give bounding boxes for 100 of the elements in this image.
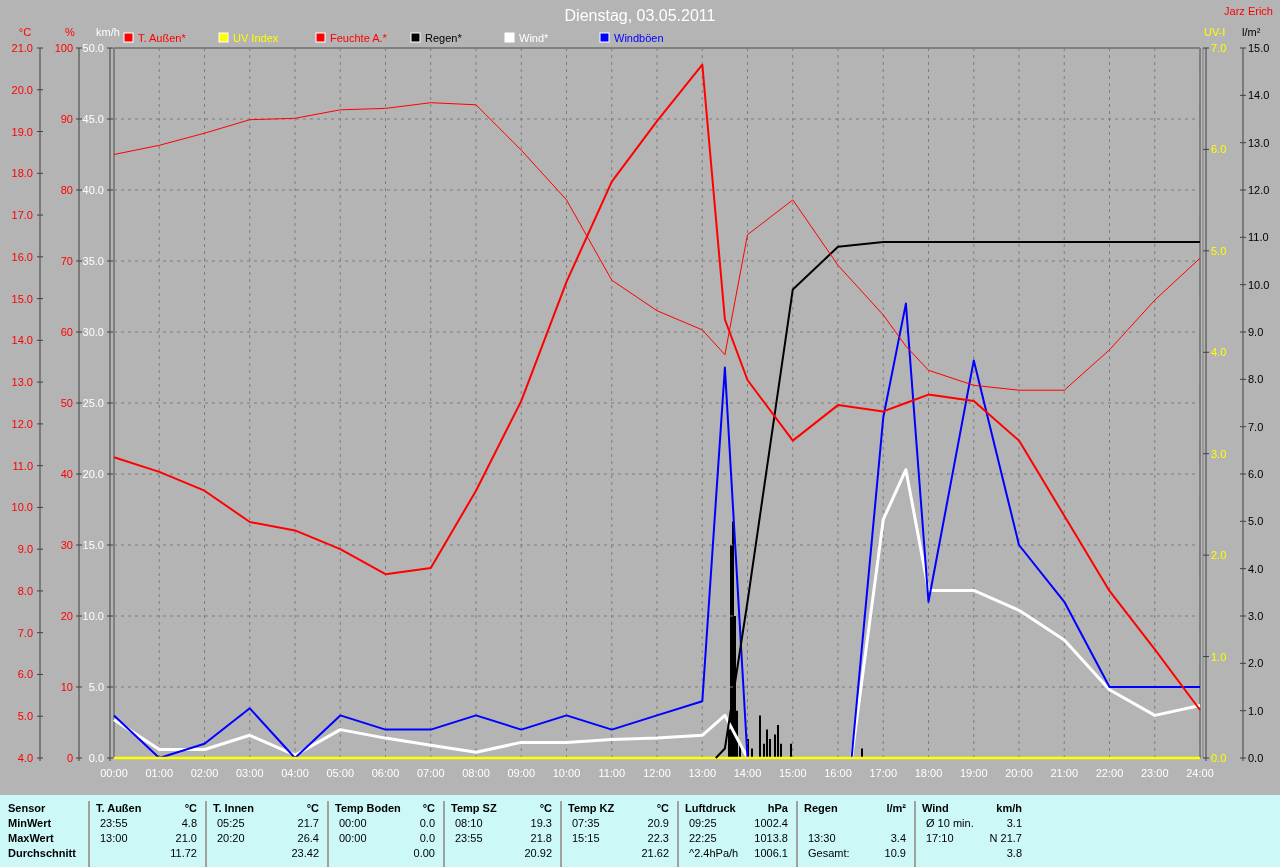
axis-tick-label: 6.0	[17, 668, 33, 681]
unit-header: hPa	[766, 801, 788, 816]
unit-header: °C	[421, 801, 435, 816]
table-cell-text: 17:10	[925, 831, 955, 846]
table-cell-text: 20.92	[523, 846, 552, 861]
axis-tick-label: 10	[60, 681, 73, 693]
row-header: MinWert	[8, 816, 53, 831]
axis-tick-label: 20.0	[11, 83, 33, 96]
axis-tick-label: 50.0	[82, 42, 104, 54]
axis-tick-label: 8.0	[17, 584, 33, 597]
table-cell-text: 21.62	[640, 846, 669, 861]
axis-tick-label: 11.0	[1248, 231, 1269, 244]
table-cell-text: 4.8	[180, 816, 197, 831]
table-cell-text: 3.1	[1005, 816, 1022, 831]
table-cell-text: 00:00	[338, 816, 368, 831]
axis-tick-label: 04:00	[281, 767, 309, 779]
axis-tick-label: 2.0	[1211, 549, 1227, 562]
column-header: T. Außen	[96, 801, 143, 816]
table-cell-text: 23:55	[454, 831, 484, 846]
axis-tick-label: 13.0	[1248, 136, 1270, 149]
axis-tick-label: 45.0	[82, 113, 104, 125]
axis-tick-label: 2.0	[1248, 657, 1264, 670]
table-cell-text: 11.72	[169, 846, 197, 861]
table-cell-text: 20:20	[216, 831, 246, 846]
axis-tick-label: 0.0	[1211, 752, 1227, 764]
table-cell-text: 20.9	[646, 816, 669, 831]
axis-tick-label: 21:00	[1050, 767, 1078, 779]
axis-tick-label: 14:00	[733, 767, 762, 779]
table-cell-text: 26.4	[296, 831, 319, 846]
legend-label: Wind*	[519, 32, 549, 44]
axis-tick-label: 23:00	[1141, 767, 1169, 779]
axis-tick-label: 7.0	[17, 626, 33, 639]
table-cell-text: Ø 10 min.	[925, 816, 975, 831]
axis-tick-label: 5.0	[1211, 244, 1227, 257]
legend-label: Windböen	[614, 32, 664, 44]
axis-tick-label: 100	[54, 42, 73, 54]
axis-tick-label: 08:00	[462, 767, 490, 779]
axis-tick-label: 12.0	[11, 417, 33, 430]
column-header: Temp SZ	[451, 801, 498, 816]
axis-tick-label: 17.0	[11, 209, 33, 222]
legend-label: T. Außen*	[138, 32, 186, 44]
axis-tick-label: 10:00	[552, 767, 581, 779]
axis-tick-label: 20	[60, 610, 73, 622]
table-cell-text: 19.3	[529, 816, 552, 831]
axis-tick-label: 60	[60, 326, 73, 338]
axis-tick-label: 13.0	[11, 376, 33, 389]
axis-tick-label: 4.0	[1211, 346, 1227, 359]
unit-header: km/h	[995, 801, 1022, 816]
column-header: Wind	[922, 801, 950, 816]
chart-title: Dienstag, 03.05.2011	[564, 7, 716, 24]
axis-tick-label: 5.0	[1248, 515, 1264, 528]
axis-tick-label: 4.0	[1248, 562, 1264, 575]
axis-tick-label: 6.0	[1211, 143, 1227, 156]
legend-label: Regen*	[425, 32, 462, 44]
axis-tick-label: 12:00	[643, 767, 671, 779]
axis-tick-label: 21.0	[11, 42, 33, 54]
axis-tick-label: 01:00	[145, 767, 173, 779]
axis-tick-label: 20:00	[1005, 767, 1033, 779]
author-label: Jarz Erich	[1224, 5, 1273, 17]
axis-tick-label: 13:00	[688, 767, 716, 779]
table-cell-text: 07:35	[571, 816, 601, 831]
axis-tick-label: 17:00	[869, 767, 897, 779]
axis-tick-label: 50	[60, 397, 73, 409]
axis-tick-label: 02:00	[190, 767, 219, 779]
table-cell-text: 22.3	[646, 831, 669, 846]
table-cell-text: N 21.7	[988, 831, 1022, 846]
axis-tick-label: 18.0	[11, 167, 33, 180]
axis-tick-label: 3.0	[1211, 447, 1227, 460]
table-cell-text: 1006.1	[753, 846, 788, 861]
axis-tick-label: 11.0	[12, 459, 33, 472]
table-cell-text: 0.0	[418, 816, 435, 831]
axis-tick-label: 22:00	[1095, 767, 1124, 779]
axis-tick-label: 5.0	[17, 710, 33, 723]
axis-tick-label: 35.0	[82, 255, 104, 267]
column-header: T. Innen	[213, 801, 255, 816]
axis-title: UV-I	[1204, 26, 1226, 38]
unit-header: °C	[305, 801, 319, 816]
row-header: Durchschnitt	[8, 846, 77, 861]
axis-tick-label: 09:00	[507, 767, 535, 779]
axis-tick-label: 9.0	[17, 543, 33, 556]
column-header: Temp Boden	[335, 801, 402, 816]
axis-tick-label: 19.0	[11, 125, 33, 138]
axis-title: %	[65, 26, 75, 38]
axis-tick-label: 10.0	[82, 610, 104, 622]
axis-tick-label: 03:00	[236, 767, 264, 779]
axis-tick-label: 05:00	[326, 767, 354, 779]
axis-tick-label: 06:00	[371, 767, 400, 779]
table-cell-text: 23.42	[290, 846, 319, 861]
axis-tick-label: 07:00	[417, 767, 445, 779]
table-cell-text: 15:15	[571, 831, 601, 846]
axis-tick-label: 25.0	[82, 397, 104, 409]
column-header: Regen	[804, 801, 839, 816]
axis-tick-label: 80	[60, 184, 73, 196]
table-cell-text: 0.0	[418, 831, 435, 846]
axis-tick-label: 8.0	[1248, 373, 1264, 386]
axis-title: l/m²	[1242, 26, 1261, 38]
table-cell-text: 23:55	[99, 816, 129, 831]
axis-tick-label: 1.0	[1211, 650, 1227, 663]
axis-tick-label: 40	[60, 468, 73, 480]
table-cell-text: 22:25	[688, 831, 718, 846]
